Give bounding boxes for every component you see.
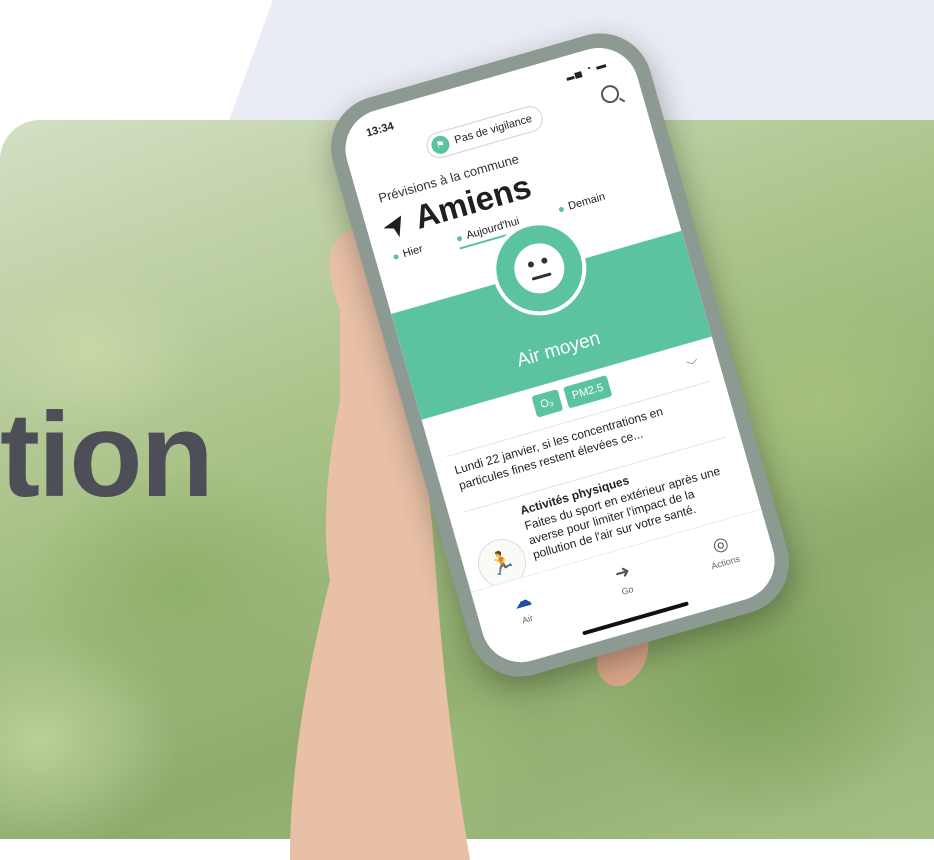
- status-dot-icon: [456, 235, 463, 242]
- face-eye: [540, 256, 549, 265]
- status-dot-icon: [558, 205, 565, 213]
- face-mouth: [531, 272, 552, 281]
- location-arrow-icon: ➤: [376, 207, 414, 241]
- nav-label: Air: [520, 612, 535, 626]
- nav-label: Go: [620, 584, 635, 597]
- vigilance-label: Pas de vigilance: [453, 112, 534, 147]
- pollutant-chip-pm25[interactable]: PM2.5: [562, 374, 613, 409]
- tab-label: Demain: [566, 190, 607, 213]
- flag-icon: ⚑: [429, 133, 452, 156]
- pollutant-chip-o3[interactable]: O₃: [530, 389, 563, 418]
- nav-go[interactable]: ➜ Go: [586, 553, 663, 605]
- nav-air[interactable]: ☁ Air: [486, 582, 563, 634]
- hero-word: tion: [0, 388, 214, 522]
- tab-hier[interactable]: Hier: [392, 243, 424, 263]
- status-time: 13:34: [364, 120, 396, 140]
- face-inner: [508, 237, 571, 300]
- status-dot-icon: [392, 253, 400, 260]
- face-eye: [527, 260, 535, 269]
- tab-demain[interactable]: Demain: [557, 190, 607, 216]
- search-icon[interactable]: [598, 82, 622, 106]
- status-icons: ▂▄ ◔ ▬: [564, 59, 609, 82]
- nav-actions[interactable]: ◎ Actions: [684, 525, 761, 577]
- tab-label: Hier: [401, 242, 425, 261]
